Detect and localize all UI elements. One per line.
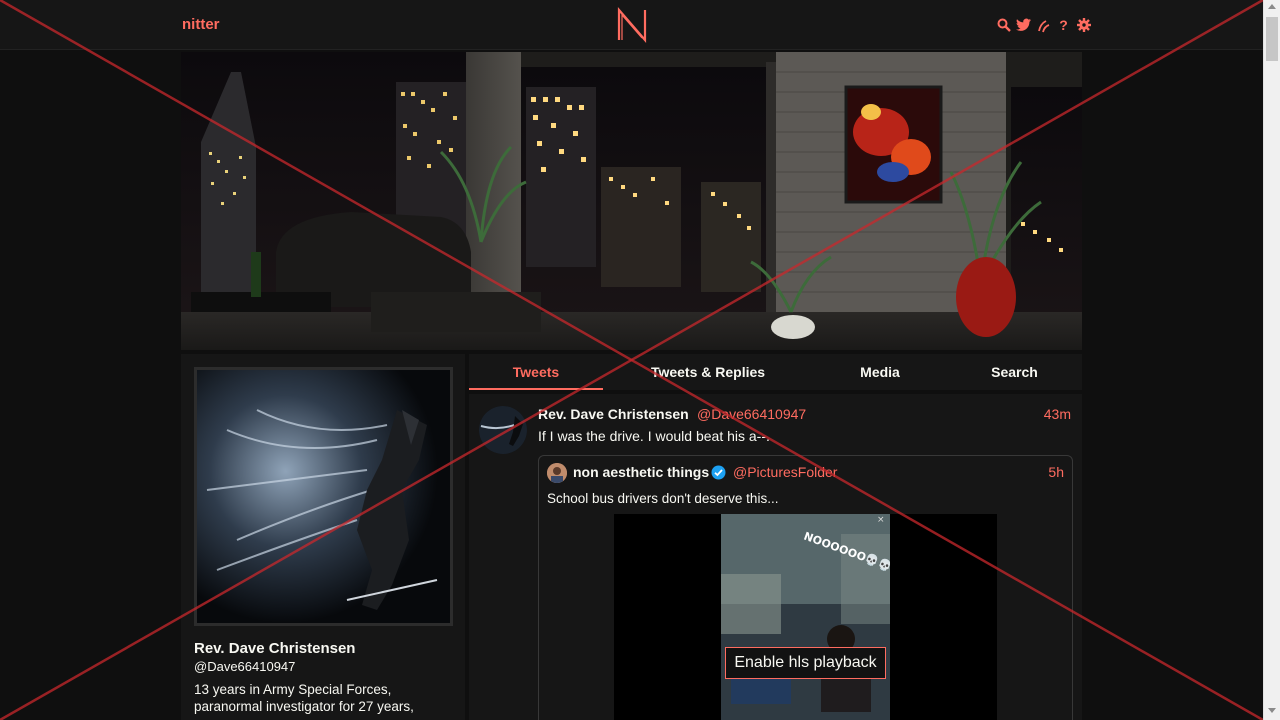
tweet-content: If I was the drive. I would beat his a--… — [538, 428, 770, 444]
scroll-down-arrow-icon[interactable] — [1268, 708, 1276, 713]
tab-search[interactable]: Search — [947, 354, 1082, 390]
quote-username[interactable]: @PicturesFolder — [733, 464, 837, 480]
profile-avatar[interactable] — [194, 367, 453, 626]
page-scrollbar[interactable] — [1263, 0, 1280, 720]
scroll-up-arrow-icon[interactable] — [1268, 4, 1276, 9]
search-icon[interactable] — [996, 17, 1011, 33]
tweet-date[interactable]: 43m — [1044, 406, 1071, 422]
site-name-link[interactable]: nitter — [182, 16, 220, 33]
enable-hls-button[interactable]: Enable hls playback — [725, 647, 886, 679]
tweet-fullname[interactable]: Rev. Dave Christensen — [538, 406, 689, 422]
svg-text:×: × — [877, 515, 885, 525]
profile-bio: 13 years in Army Special Forces, paranor… — [194, 682, 414, 714]
quote-media[interactable]: NOOOOOO💀💀💀 × Enable hls playback — [614, 514, 997, 720]
quoted-tweet[interactable]: non aesthetic things @PicturesFolder 5h … — [538, 455, 1073, 720]
timeline-tabs: Tweets Tweets & Replies Media Search — [469, 354, 1082, 390]
nav-icon-group: ? — [996, 16, 1091, 34]
quote-content: School bus drivers don't deserve this... — [547, 491, 779, 506]
tweet-username[interactable]: @Dave66410947 — [697, 406, 806, 422]
quote-date[interactable]: 5h — [1048, 464, 1064, 480]
verified-icon — [711, 465, 726, 480]
tab-media[interactable]: Media — [813, 354, 947, 390]
timeline: Rev. Dave Christensen @Dave66410947 43m … — [469, 394, 1082, 720]
profile-fullname[interactable]: Rev. Dave Christensen — [194, 640, 355, 657]
top-navbar: nitter ? — [0, 0, 1263, 50]
help-icon[interactable]: ? — [1056, 17, 1071, 33]
scroll-thumb[interactable] — [1266, 17, 1278, 61]
video-thumbnail[interactable]: NOOOOOO💀💀💀 × — [721, 514, 890, 720]
tweet-avatar[interactable] — [479, 406, 527, 454]
tab-tweets-replies[interactable]: Tweets & Replies — [603, 354, 813, 390]
tab-tweets[interactable]: Tweets — [469, 354, 603, 390]
nitter-logo-icon[interactable] — [615, 7, 649, 43]
rss-icon[interactable] — [1036, 17, 1051, 33]
profile-card: Rev. Dave Christensen @Dave66410947 13 y… — [181, 354, 465, 720]
settings-icon[interactable] — [1076, 17, 1091, 33]
profile-banner[interactable] — [181, 52, 1082, 350]
twitter-icon[interactable] — [1016, 17, 1031, 33]
quote-fullname[interactable]: non aesthetic things — [573, 464, 709, 480]
profile-username[interactable]: @Dave66410947 — [194, 659, 295, 674]
quote-avatar[interactable] — [547, 463, 567, 483]
